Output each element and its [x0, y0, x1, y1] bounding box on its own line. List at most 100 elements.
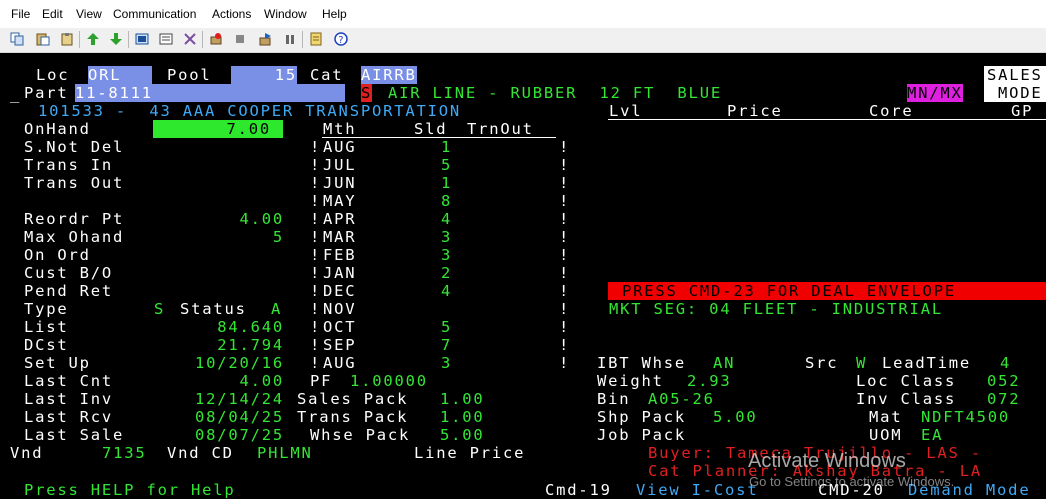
sales-row-separator: !: [310, 318, 322, 336]
sales-row-separator: !: [310, 210, 322, 228]
vnd-label: Vnd: [10, 444, 44, 462]
ibt-whse-label: IBT Whse: [597, 354, 687, 372]
menu-window[interactable]: Window: [264, 7, 307, 21]
sales-row-separator: !: [310, 354, 322, 372]
sales-header-underline: [322, 137, 556, 138]
part-field[interactable]: 11-8111: [75, 84, 345, 102]
play-icon[interactable]: [258, 31, 274, 47]
lastsale-label: Last Sale: [24, 426, 125, 444]
copy-icon[interactable]: [9, 31, 25, 47]
sales-row-month: NOV: [323, 300, 357, 318]
mkt-seg: MKT SEG: 04 FLEET - INDUSTRIAL: [609, 300, 943, 318]
activate-windows-title: Activate Windows: [748, 450, 906, 472]
deal-envelope-banner: PRESS CMD-23 FOR DEAL ENVELOPE: [608, 282, 1046, 300]
leadtime-value: 4: [1000, 354, 1012, 372]
sales-row-end-separator: !: [559, 282, 571, 300]
sales-row-sold: 1: [441, 174, 453, 192]
menu-actions[interactable]: Actions: [212, 7, 251, 21]
sales-row-month: FEB: [323, 246, 357, 264]
menu-help[interactable]: Help: [322, 7, 347, 21]
activate-windows-subtitle: Go to Settings to activate Windows.: [749, 474, 955, 489]
sales-row-month: MAR: [323, 228, 357, 246]
sales-row-separator: !: [310, 156, 322, 174]
reordr-label: Reordr Pt: [24, 210, 125, 228]
sales-row-separator: !: [310, 246, 322, 264]
send-icon[interactable]: [85, 31, 101, 47]
macro-icon[interactable]: [158, 31, 174, 47]
loc-label: Loc: [36, 66, 70, 84]
sales-header-mth: Mth: [323, 120, 357, 138]
cursor-mark: _: [10, 85, 22, 103]
sales-row-month: AUG: [323, 354, 357, 372]
sales-row-end-separator: !: [559, 192, 571, 210]
sales-row-end-separator: !: [559, 246, 571, 264]
clipboard-icon[interactable]: [59, 31, 75, 47]
cat-field[interactable]: AIRRB: [361, 66, 417, 84]
menu-file[interactable]: File: [11, 7, 30, 21]
terminal-screen[interactable]: Loc ORL Pool 15 Cat AIRRB SALES _ Part 1…: [0, 53, 1046, 499]
part-description: AIR LINE - RUBBER 12 FT BLUE: [388, 84, 722, 102]
lastrcv-value: 08/04/25: [194, 408, 284, 426]
uom-label: UOM: [869, 426, 903, 444]
record-icon[interactable]: [208, 31, 224, 47]
pause-icon[interactable]: [282, 31, 298, 47]
setup-label: Set Up: [24, 354, 91, 372]
sales-row-end-separator: !: [559, 336, 571, 354]
type-label: Type: [24, 300, 69, 318]
sales-row-separator: !: [310, 282, 322, 300]
sales-row-month: OCT: [323, 318, 357, 336]
status-value: A: [271, 300, 283, 318]
inv-class-label: Inv Class: [856, 390, 957, 408]
bin-value: A05-26: [648, 390, 715, 408]
onhand-value: 7.00: [153, 120, 283, 138]
whse-pack-label: Whse Pack: [310, 426, 411, 444]
sales-row-month: JUN: [323, 174, 357, 192]
sales-row-end-separator: !: [559, 300, 571, 318]
leadtime-label: LeadTime: [882, 354, 972, 372]
view-icost-link[interactable]: View I-Cost: [636, 481, 758, 499]
sales-row-end-separator: !: [559, 174, 571, 192]
menu-edit[interactable]: Edit: [42, 7, 63, 21]
sales-mode-box: SALES: [984, 66, 1046, 84]
sales-row-end-separator: !: [559, 228, 571, 246]
cat-label: Cat: [310, 66, 344, 84]
paste-icon[interactable]: [35, 31, 51, 47]
reordr-value: 4.00: [239, 210, 284, 228]
sales-header-sld: Sld: [414, 120, 448, 138]
job-pack-label: Job Pack: [597, 426, 687, 444]
sales-row-separator: !: [310, 138, 322, 156]
sales-mode-box-line2: MODE: [984, 84, 1046, 102]
lastcnt-value: 4.00: [239, 372, 284, 390]
stop-icon[interactable]: [232, 31, 248, 47]
receive-icon[interactable]: [108, 31, 124, 47]
sales-row-separator: !: [310, 336, 322, 354]
sales-row-separator: !: [310, 300, 322, 318]
menu-communication[interactable]: Communication: [113, 7, 196, 21]
col-core: Core: [869, 102, 914, 120]
col-gp: GP: [1011, 102, 1034, 120]
display-icon[interactable]: [182, 31, 198, 47]
list-value: 84.640: [217, 318, 284, 336]
sales-row-sold: 2: [441, 264, 453, 282]
keyboard-map-icon[interactable]: [134, 31, 150, 47]
help-hint: Press HELP for Help: [24, 481, 236, 499]
lastrcv-label: Last Rcv: [24, 408, 114, 426]
col-lvl: Lvl: [609, 102, 643, 120]
menu-view[interactable]: View: [76, 7, 102, 21]
sales-row-separator: !: [310, 174, 322, 192]
sales-row-end-separator: !: [559, 210, 571, 228]
vndcd-value: PHLMN: [257, 444, 313, 462]
sales-row-month: AUG: [323, 138, 357, 156]
bin-label: Bin: [597, 390, 631, 408]
mat-value: NDFT4500: [921, 408, 1011, 426]
sales-row-separator: !: [310, 228, 322, 246]
pool-field[interactable]: 15: [231, 66, 297, 84]
loc-field[interactable]: ORL: [88, 66, 152, 84]
sales-row-month: SEP: [323, 336, 357, 354]
src-label: Src: [805, 354, 839, 372]
notes-icon[interactable]: [308, 31, 324, 47]
transin-label: Trans In: [24, 156, 114, 174]
help-icon[interactable]: ?: [333, 31, 349, 47]
dcst-label: DCst: [24, 336, 69, 354]
part-label: Part: [24, 84, 69, 102]
